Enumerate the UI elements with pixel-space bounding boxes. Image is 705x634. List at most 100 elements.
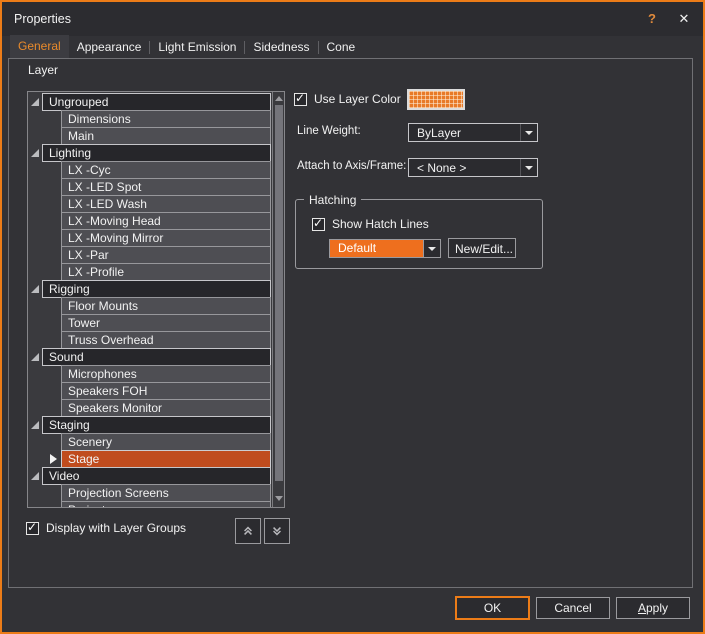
checkbox-box[interactable]: ✓ bbox=[294, 93, 307, 106]
layer-row-box[interactable]: Scenery bbox=[61, 433, 271, 451]
layer-row-box[interactable]: Video bbox=[42, 467, 271, 485]
layer-row[interactable]: Floor Mounts bbox=[28, 297, 284, 315]
layer-group-row[interactable]: Rigging bbox=[28, 280, 284, 298]
scrollbar-thumb[interactable] bbox=[275, 105, 283, 481]
layer-row-box[interactable]: Tower bbox=[61, 314, 271, 332]
hatching-title: Hatching bbox=[304, 193, 361, 207]
close-button[interactable]: ✕ bbox=[670, 2, 698, 36]
layer-row[interactable]: Scenery bbox=[28, 433, 284, 451]
layer-group-row[interactable]: Ungrouped bbox=[28, 93, 284, 111]
layer-row-box[interactable]: Projection Screens bbox=[61, 484, 271, 502]
layer-row[interactable]: Main bbox=[28, 127, 284, 145]
layer-row-box[interactable]: LX -Moving Mirror bbox=[61, 229, 271, 247]
tab-light-emission[interactable]: Light Emission bbox=[150, 36, 244, 58]
layer-group-row[interactable]: Staging bbox=[28, 416, 284, 434]
layer-row-box[interactable]: Staging bbox=[42, 416, 271, 434]
tab-cone[interactable]: Cone bbox=[319, 36, 364, 58]
layer-row-box[interactable]: Truss Overhead bbox=[61, 331, 271, 349]
cancel-button[interactable]: Cancel bbox=[536, 597, 610, 619]
layer-row-box[interactable]: Dimensions bbox=[61, 110, 271, 128]
tab-appearance[interactable]: Appearance bbox=[69, 36, 150, 58]
tree-expander-icon[interactable] bbox=[31, 149, 40, 158]
layer-row-box[interactable]: Speakers Monitor bbox=[61, 399, 271, 417]
tab-general[interactable]: General bbox=[10, 35, 69, 58]
use-layer-color-checkbox[interactable]: ✓ Use Layer Color bbox=[294, 92, 401, 106]
layer-group-row[interactable]: Video bbox=[28, 467, 284, 485]
layer-row[interactable]: Dimensions bbox=[28, 110, 284, 128]
line-weight-dropdown[interactable]: ByLayer bbox=[408, 123, 538, 142]
ok-button[interactable]: OK bbox=[455, 596, 530, 620]
line-weight-value: ByLayer bbox=[409, 126, 520, 140]
layer-row-box[interactable]: Stage bbox=[61, 450, 271, 468]
layer-row[interactable]: LX -LED Spot bbox=[28, 178, 284, 196]
display-with-layer-groups-label: Display with Layer Groups bbox=[46, 521, 186, 535]
layer-row[interactable]: Stage bbox=[28, 450, 284, 468]
layer-row-box[interactable]: LX -Par bbox=[61, 246, 271, 264]
layer-row-label: Speakers Monitor bbox=[62, 400, 270, 416]
layer-row-label: Projection Screens bbox=[62, 485, 270, 501]
layer-row-label: Speakers FOH bbox=[62, 383, 270, 399]
layer-row-box[interactable]: Floor Mounts bbox=[61, 297, 271, 315]
layer-row-box[interactable]: Ungrouped bbox=[42, 93, 271, 111]
layer-color-swatch[interactable] bbox=[407, 89, 465, 110]
layer-row[interactable]: Projection Screens bbox=[28, 484, 284, 502]
tree-expander-icon[interactable] bbox=[31, 353, 40, 362]
tab-sidedness[interactable]: Sidedness bbox=[245, 36, 317, 58]
help-button[interactable]: ? bbox=[640, 2, 664, 36]
checkbox-box[interactable]: ✓ bbox=[312, 218, 325, 231]
layer-row-label: Sound bbox=[43, 349, 270, 365]
checkbox-box[interactable]: ✓ bbox=[26, 522, 39, 535]
layer-row-box[interactable]: LX -LED Spot bbox=[61, 178, 271, 196]
layer-row-box[interactable]: Lighting bbox=[42, 144, 271, 162]
layer-group-row[interactable]: Lighting bbox=[28, 144, 284, 162]
layer-row-box[interactable]: LX -Profile bbox=[61, 263, 271, 281]
layer-row-box[interactable]: Rigging bbox=[42, 280, 271, 298]
layer-row-box[interactable]: Main bbox=[61, 127, 271, 145]
layer-row[interactable]: Speakers Monitor bbox=[28, 399, 284, 417]
chevron-down-icon[interactable] bbox=[520, 159, 537, 176]
layer-row-box[interactable]: Microphones bbox=[61, 365, 271, 383]
layer-row[interactable]: LX -Cyc bbox=[28, 161, 284, 179]
tree-expander-icon[interactable] bbox=[31, 421, 40, 430]
properties-dialog: Properties ? ✕ GeneralAppearanceLight Em… bbox=[0, 0, 705, 634]
layer-row[interactable]: Tower bbox=[28, 314, 284, 332]
layer-row[interactable]: Speakers FOH bbox=[28, 382, 284, 400]
current-item-pointer-icon bbox=[50, 454, 57, 464]
show-hatch-lines-checkbox[interactable]: ✓ Show Hatch Lines bbox=[312, 217, 429, 231]
scroll-down-icon[interactable] bbox=[274, 492, 284, 504]
tree-expander-icon[interactable] bbox=[31, 98, 40, 107]
layer-row[interactable]: LX -Par bbox=[28, 246, 284, 264]
layer-row-box[interactable]: Speakers FOH bbox=[61, 382, 271, 400]
layer-row[interactable]: Projector bbox=[28, 501, 284, 507]
layer-row[interactable]: Truss Overhead bbox=[28, 331, 284, 349]
tree-expander-icon[interactable] bbox=[31, 285, 40, 294]
layer-row[interactable]: Microphones bbox=[28, 365, 284, 383]
move-up-button[interactable] bbox=[235, 518, 261, 544]
layer-row-box[interactable]: Sound bbox=[42, 348, 271, 366]
scroll-up-icon[interactable] bbox=[274, 93, 284, 105]
layer-row-label: LX -Moving Mirror bbox=[62, 230, 270, 246]
layer-row-box[interactable]: LX -Cyc bbox=[61, 161, 271, 179]
double-chevron-down-icon bbox=[271, 524, 283, 538]
layer-row[interactable]: LX -Profile bbox=[28, 263, 284, 281]
layer-row[interactable]: LX -LED Wash bbox=[28, 195, 284, 213]
apply-button[interactable]: Apply bbox=[616, 597, 690, 619]
titlebar[interactable]: Properties ? ✕ bbox=[2, 2, 703, 36]
attach-axis-frame-dropdown[interactable]: < None > bbox=[408, 158, 538, 177]
layer-row[interactable]: LX -Moving Mirror bbox=[28, 229, 284, 247]
display-with-layer-groups-checkbox[interactable]: ✓ Display with Layer Groups bbox=[26, 521, 186, 535]
move-down-button[interactable] bbox=[264, 518, 290, 544]
new-edit-button[interactable]: New/Edit... bbox=[448, 238, 516, 258]
layer-row-box[interactable]: LX -LED Wash bbox=[61, 195, 271, 213]
layer-row-box[interactable]: Projector bbox=[61, 501, 271, 507]
layer-tree-scrollbar[interactable] bbox=[272, 92, 284, 507]
tree-expander-icon[interactable] bbox=[31, 472, 40, 481]
layer-row-label: Staging bbox=[43, 417, 270, 433]
layer-row-box[interactable]: LX -Moving Head bbox=[61, 212, 271, 230]
hatch-style-dropdown[interactable]: Default bbox=[329, 239, 441, 258]
chevron-down-icon[interactable] bbox=[520, 124, 537, 141]
layer-row[interactable]: LX -Moving Head bbox=[28, 212, 284, 230]
layer-group-row[interactable]: Sound bbox=[28, 348, 284, 366]
double-chevron-up-icon bbox=[242, 524, 254, 538]
chevron-down-icon[interactable] bbox=[423, 240, 440, 257]
